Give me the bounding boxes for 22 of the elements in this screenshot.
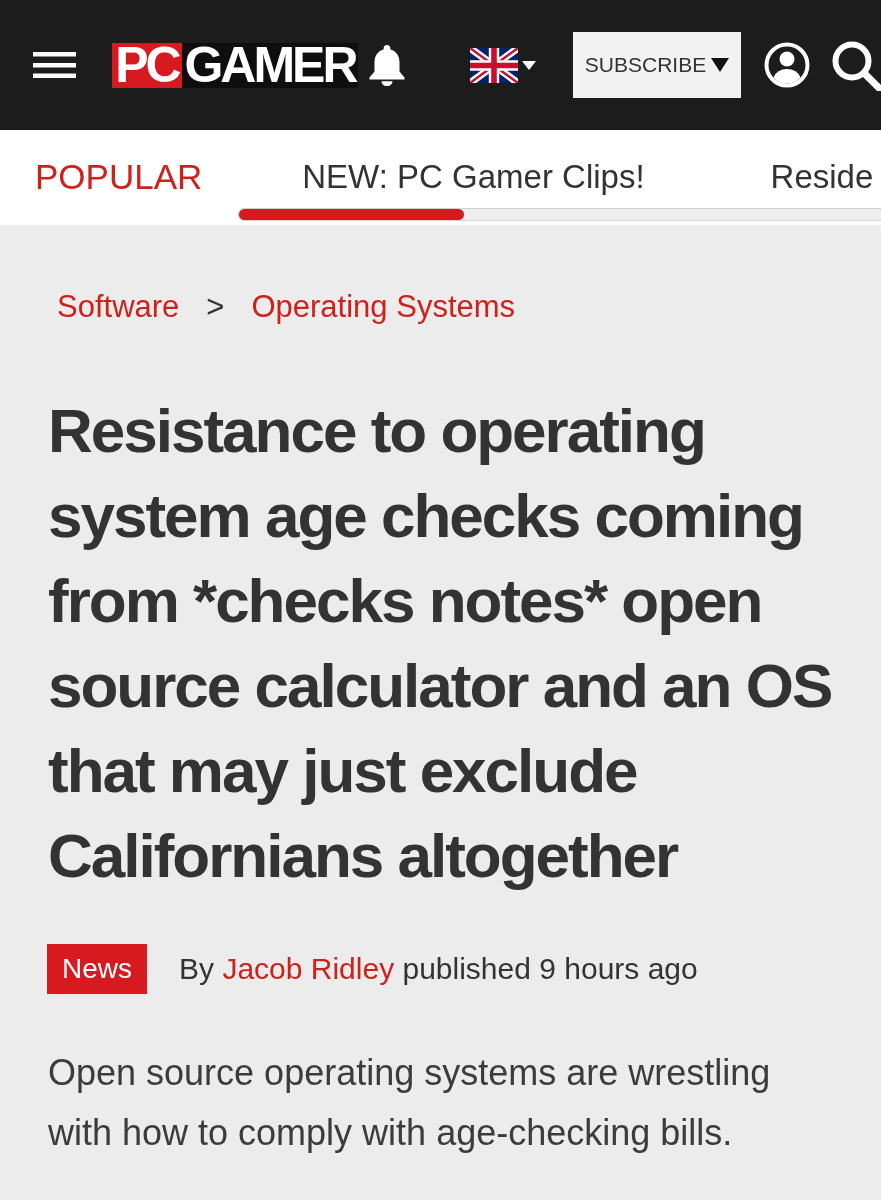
scrollbar-thumb[interactable] (239, 209, 464, 220)
logo-wordmark[interactable]: GAMER (182, 42, 358, 88)
article-summary: Open source operating systems are wrestling with how to comply with age-checking bills. (48, 1051, 772, 1155)
category-tag[interactable]: News (47, 944, 147, 994)
bell-icon[interactable] (368, 44, 406, 86)
logo-mark[interactable]: PC (112, 42, 182, 88)
subscribe-button[interactable]: SUBSCRIBE (573, 32, 741, 98)
menu-icon[interactable] (33, 52, 76, 78)
user-icon[interactable] (764, 42, 810, 88)
byline-text: By Jacob Ridley published 9 hours ago (179, 952, 698, 986)
nav-link[interactable]: NEW: PC Gamer Clips! (302, 157, 645, 196)
nav-link[interactable]: Reside (770, 157, 874, 196)
caret-icon[interactable] (522, 60, 536, 70)
breadcrumb-link[interactable]: Software (57, 287, 180, 327)
author-link[interactable]: Jacob Ridley (222, 952, 395, 985)
caret-icon (711, 58, 730, 72)
breadcrumb-link[interactable]: Operating Systems (251, 287, 516, 327)
popular-heading: POPULAR (35, 156, 203, 197)
breadcrumb-separator: > (206, 288, 225, 326)
search-icon[interactable] (830, 39, 881, 91)
article-headline: Resistance to operating system age checks coming from *checks notes* open source calculator and an OS that may just exclude Californians altogether (48, 395, 833, 892)
flag-icon[interactable] (470, 47, 518, 83)
